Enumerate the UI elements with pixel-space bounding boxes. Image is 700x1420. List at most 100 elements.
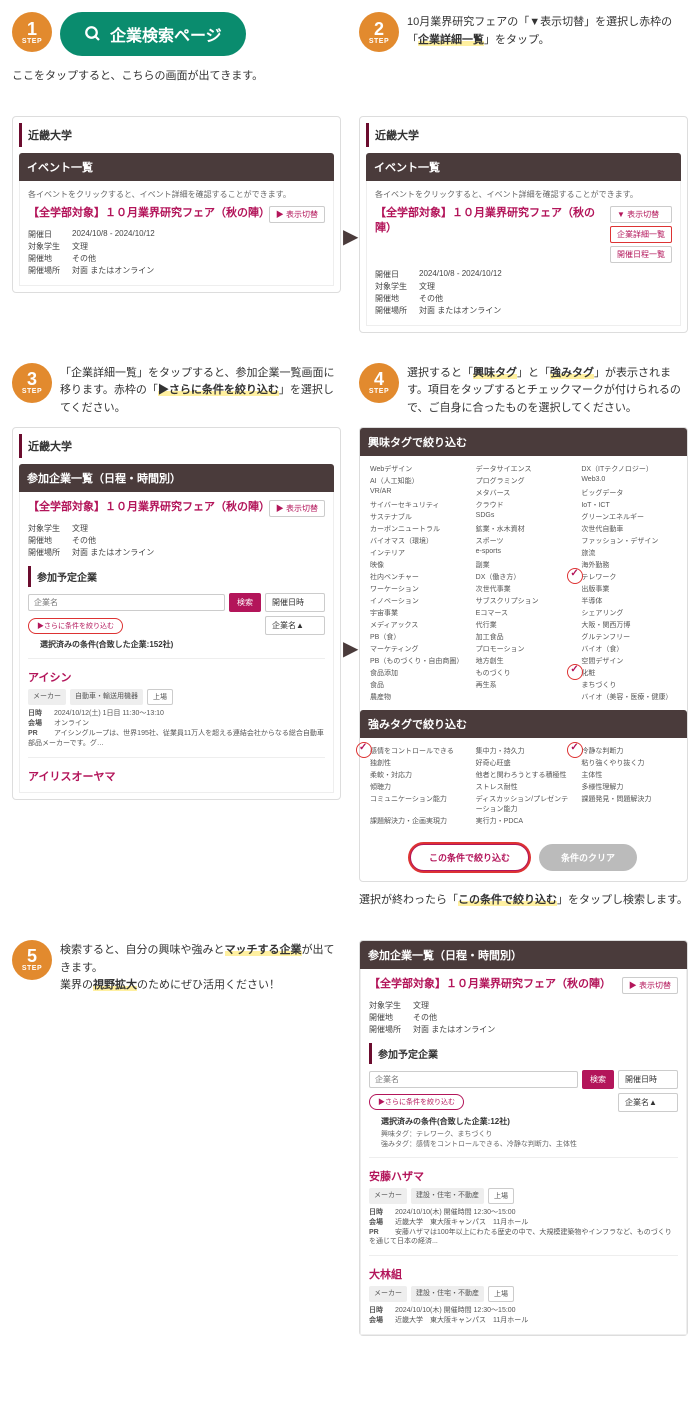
company-iris[interactable]: アイリスオーヤマ [28,768,325,784]
interest-tag[interactable]: 宇宙事業 [368,608,468,618]
interest-tag[interactable]: バイオ（食） [579,644,679,654]
interest-tag[interactable]: 地方創生 [474,656,574,666]
interest-tag[interactable]: シェアリング [579,608,679,618]
strength-tag[interactable]: 好奇心旺盛 [474,758,574,768]
interest-tag[interactable] [474,692,574,702]
strength-tag[interactable]: 課題解決力・企画実現力 [368,816,468,826]
interest-tag[interactable]: PB（ものづくり・自由商圏） [368,656,468,666]
interest-tag[interactable]: VR/AR [368,488,468,498]
interest-tag[interactable]: e-sports [474,548,574,558]
interest-tag[interactable]: グルテンフリー [579,632,679,642]
interest-tag[interactable]: 出版事業 [579,584,679,594]
interest-tag[interactable]: 次世代事業 [474,584,574,594]
filter-more-button[interactable]: ▶さらに条件を絞り込む [28,618,123,634]
interest-tag[interactable]: 旅流 [579,548,679,558]
strength-tag[interactable]: 粘り強くやり抜く力 [579,758,679,768]
interest-tag[interactable]: 食品添加 [368,668,468,678]
interest-tag[interactable]: Eコマース [474,608,574,618]
company-search-pill[interactable]: 企業検索ページ [60,12,246,56]
strength-tag[interactable]: 集中力・持久力 [474,746,574,756]
interest-tag[interactable]: 代行業 [474,620,574,630]
interest-tag[interactable]: テレワーク [579,572,679,582]
sort-date-select[interactable]: 開催日時 [265,593,325,612]
interest-tag[interactable]: 化粧 [579,668,679,678]
interest-tag[interactable]: 鉱業・水木資材 [474,524,574,534]
interest-tag[interactable]: バイオマス（環境） [368,536,468,546]
interest-tag[interactable]: 半導体 [579,596,679,606]
interest-tag[interactable]: DX（ITテクノロジー） [579,464,679,474]
interest-tag[interactable]: 映像 [368,560,468,570]
clear-filter-button[interactable]: 条件のクリア [539,844,637,871]
strength-tag[interactable]: 実行力・PDCA [474,816,574,826]
interest-tag[interactable]: ものづくり [474,668,574,678]
interest-tag[interactable]: プログラミング [474,476,574,486]
strength-tag[interactable]: 感情をコントロールできる [368,746,468,756]
interest-tag[interactable]: イノベーション [368,596,468,606]
interest-tag[interactable]: ファッション・デザイン [579,536,679,546]
interest-tag[interactable]: 食品 [368,680,468,690]
interest-tag[interactable]: データサイエンス [474,464,574,474]
interest-tag[interactable]: まちづくり [579,680,679,690]
toggle-display-open[interactable]: ▼ 表示切替 [610,206,672,223]
interest-tag[interactable]: 次世代自動車 [579,524,679,534]
interest-tag[interactable]: 再生系 [474,680,574,690]
interest-tag[interactable]: AI（人工知能） [368,476,468,486]
strength-tag[interactable]: 独創性 [368,758,468,768]
sort-name-select[interactable]: 企業名▲ [265,616,325,635]
interest-tag[interactable]: クラウド [474,500,574,510]
interest-tag[interactable]: 社内ベンチャー [368,572,468,582]
interest-tag[interactable]: バイオ（美容・医療・健康） [579,692,679,702]
strength-tag[interactable]: 柔軟・対応力 [368,770,468,780]
interest-tag[interactable]: 副業 [474,560,574,570]
interest-tag[interactable]: 海外勤務 [579,560,679,570]
interest-tag[interactable]: インテリア [368,548,468,558]
interest-tag[interactable]: PB（食） [368,632,468,642]
interest-tag[interactable]: ビッグデータ [579,488,679,498]
strength-tag[interactable]: 多様性理解力 [579,782,679,792]
strength-tag[interactable] [579,816,679,826]
interest-tag[interactable]: プロモーション [474,644,574,654]
interest-tag[interactable]: Webデザイン [368,464,468,474]
interest-tag[interactable]: マーケティング [368,644,468,654]
interest-tag[interactable]: サイバーセキュリティ [368,500,468,510]
interest-tag[interactable]: メディアックス [368,620,468,630]
interest-tag[interactable]: DX（働き方） [474,572,574,582]
strength-tag[interactable]: 傾聴力 [368,782,468,792]
strength-tag-grid[interactable]: 感情をコントロールできる集中力・持久力冷静な判断力独創性好奇心旺盛粘り強くやり抜… [360,738,687,834]
interest-tag[interactable]: IoT・ICT [579,500,679,510]
interest-tag[interactable]: グリーンエネルギー [579,512,679,522]
interest-tag[interactable]: ワーケーション [368,584,468,594]
interest-tag[interactable]: 空間デザイン [579,656,679,666]
strength-tag[interactable]: 他者と関わろうとする積極性 [474,770,574,780]
toggle-display-button[interactable]: ▶ 表示切替 [269,206,325,223]
company-aisin[interactable]: アイシン [28,669,325,685]
date-list-button[interactable]: 開催日程一覧 [610,246,672,263]
strength-tag[interactable]: 冷静な判断力 [579,746,679,756]
interest-tag[interactable]: メタバース [474,488,574,498]
strength-tag[interactable]: コミュニケーション能力 [368,794,468,814]
interest-tag[interactable]: SDGs [474,512,574,522]
interest-tag-grid[interactable]: Webデザインデータサイエンス DX（ITテクノロジー） AI（人工知能） プログラミ… [360,456,687,710]
check-icon [567,664,583,680]
strength-tag[interactable]: ディスカッション/プレゼンテーション能力 [474,794,574,814]
interest-tag[interactable]: 加工食品 [474,632,574,642]
interest-tag[interactable]: 農産物 [368,692,468,702]
interest-tag[interactable]: サステナブル [368,512,468,522]
interest-tag[interactable]: スポーツ [474,536,574,546]
company-obayashi[interactable]: 大林組 [369,1266,678,1282]
company-search-input-2[interactable] [369,1071,578,1088]
strength-tag[interactable]: 課題発見・問題解決力 [579,794,679,814]
interest-tag[interactable]: Web3.0 [579,476,679,486]
event-title[interactable]: 【全学部対象】１０月業界研究フェア（秋の陣） [28,206,269,221]
interest-tag[interactable]: サブスクリプション [474,596,574,606]
apply-filter-button[interactable]: この条件で絞り込む [410,844,529,871]
company-search-input[interactable] [28,594,225,611]
company-ando[interactable]: 安藤ハザマ [369,1168,678,1184]
company-detail-list-button[interactable]: 企業詳細一覧 [610,226,672,243]
search-button[interactable]: 検索 [229,593,261,612]
step-1-badge: 1 STEP [12,12,52,52]
interest-tag[interactable]: カーボンニュートラル [368,524,468,534]
strength-tag[interactable]: 主体性 [579,770,679,780]
strength-tag[interactable]: ストレス耐性 [474,782,574,792]
interest-tag[interactable]: 大阪・関西万博 [579,620,679,630]
